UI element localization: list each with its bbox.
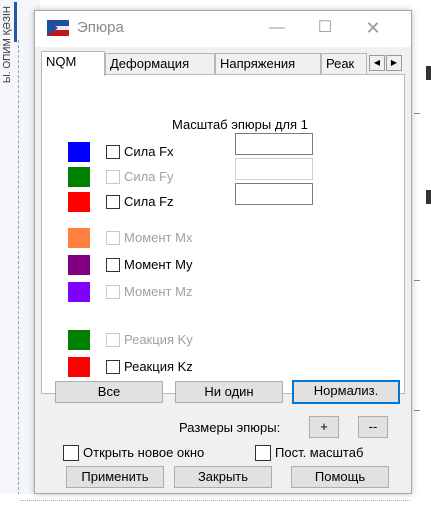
label-force-fy: Сила Fy [124,169,174,184]
minimize-icon: — [269,19,285,36]
select-all-button[interactable]: Все [55,381,163,403]
checkbox-force-fy[interactable] [106,170,120,184]
close-icon: ✕ [365,18,381,38]
minimize-button[interactable]: — [257,15,297,41]
scale-input-fy[interactable] [235,158,313,180]
background-bottom [0,494,431,518]
tab-strip: NQM Деформация Напряжения Реак ◀ ▶ [41,51,405,76]
label-force-fx: Сила Fx [124,144,174,159]
background-right-dash [414,113,420,114]
diagram-size-label: Размеры эпюры: [179,420,281,435]
background-guide-line [18,40,19,510]
nqm-panel: Масштаб эпюры для 1 Сила Fx Сила Fy Сила… [41,74,405,394]
scale-input-fz[interactable] [235,183,313,205]
size-increase-button[interactable]: + [309,416,339,438]
checkbox-moment-my[interactable] [106,258,120,272]
color-swatch [68,142,90,162]
row-moment-mx: Момент Mx [42,228,402,248]
help-button[interactable]: Помощь [291,466,389,488]
normalize-button[interactable]: Нормализ. [292,380,400,404]
row-force-fz: Сила Fz [42,183,402,212]
row-force-fy: Сила Fy [42,158,402,187]
color-swatch [68,330,90,350]
label-moment-my: Момент My [124,257,193,272]
tab-reactions[interactable]: Реак [321,53,367,75]
label-moment-mz: Момент Mz [124,284,193,299]
background-right-mark [426,66,431,80]
tab-scroll-right-icon[interactable]: ▶ [386,55,402,71]
color-swatch [68,357,90,377]
label-reaction-ky: Реакция Ky [124,332,193,347]
maximize-icon: ☐ [317,19,333,36]
row-moment-mz: Момент Mz [42,282,402,302]
scale-label: Масштаб эпюры для 1 [172,117,308,132]
tab-stress[interactable]: Напряжения [215,53,321,75]
label-force-fz: Сила Fz [124,194,174,209]
tab-scroll-left-icon[interactable]: ◀ [369,55,385,71]
select-none-button[interactable]: Ни один [175,381,283,403]
label-open-new-window: Открыть новое окно [83,445,205,460]
app-icon [47,20,69,36]
background-right-dash [414,410,420,411]
color-swatch [68,282,90,302]
background-vertical-text: Ы. ОПИМ ҚӘЗІН [2,6,13,84]
background-right-mark [426,190,431,204]
color-swatch [68,228,90,248]
checkbox-moment-mz[interactable] [106,285,120,299]
background-dotted-line [20,500,410,501]
apply-button[interactable]: Применить [66,466,164,488]
checkbox-force-fz[interactable] [106,195,120,209]
background-right-dash [414,280,420,281]
scale-input-fx[interactable] [235,133,313,155]
checkbox-open-new-window[interactable] [63,445,79,461]
row-reaction-ky: Реакция Ky [42,330,402,350]
close-dialog-button[interactable]: Закрыть [174,466,272,488]
color-swatch [68,255,90,275]
label-moment-mx: Момент Mx [124,230,193,245]
close-button[interactable]: ✕ [353,15,393,41]
checkbox-force-fx[interactable] [106,145,120,159]
row-force-fx: Сила Fx [42,133,402,162]
checkbox-const-scale[interactable] [255,445,271,461]
checkbox-reaction-kz[interactable] [106,360,120,374]
size-decrease-button[interactable]: -- [358,416,388,438]
label-reaction-kz: Реакция Kz [124,359,193,374]
row-moment-my: Момент My [42,255,402,275]
maximize-button[interactable]: ☐ [305,15,345,41]
color-swatch [68,167,90,187]
tab-nqm[interactable]: NQM [41,51,105,76]
checkbox-moment-mx[interactable] [106,231,120,245]
title-bar[interactable]: Эпюра — ☐ ✕ [35,11,411,47]
row-reaction-kz: Реакция Kz [42,357,402,377]
tab-deformation[interactable]: Деформация [105,53,215,75]
epure-dialog: Эпюра — ☐ ✕ NQM Деформация Напряжения Ре… [34,10,412,494]
label-const-scale: Пост. масштаб [275,445,364,460]
window-title: Эпюра [77,19,124,36]
checkbox-reaction-ky[interactable] [106,333,120,347]
color-swatch [68,192,90,212]
